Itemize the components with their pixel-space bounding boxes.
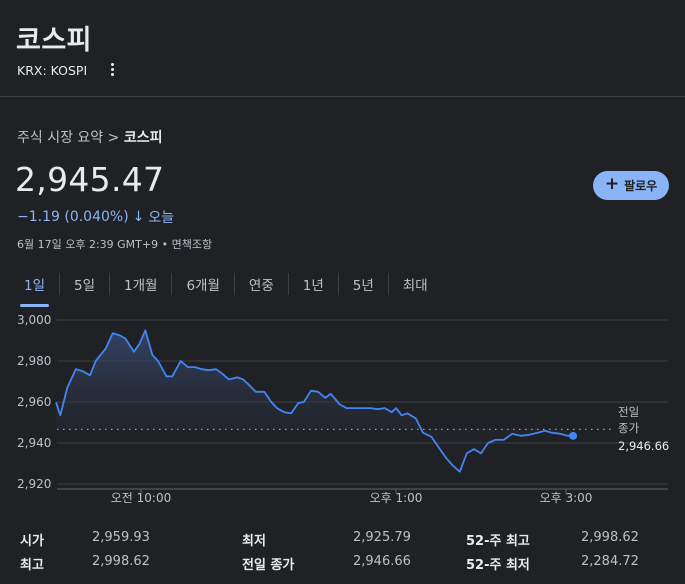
y-tick-label: 2,920 xyxy=(17,477,51,491)
y-tick-label: 2,980 xyxy=(17,354,51,368)
stat-label: 52-주 최고 xyxy=(466,534,530,549)
tab-range-7[interactable]: 최대 xyxy=(389,266,442,302)
follow-label: 팔로우 xyxy=(624,179,658,193)
x-tick-label: 오전 10:00 xyxy=(111,491,171,505)
range-tabs: 1일 5일 1개월 6개월 연중 1년 5년 최대 xyxy=(10,266,442,307)
stat-value: 2,925.79 xyxy=(353,530,411,545)
breadcrumb-separator: > xyxy=(107,130,120,146)
x-tick-label: 오후 3:00 xyxy=(540,491,593,505)
timestamp-disclaimer: 6월 17일 오후 2:39 GMT+9 • 면책조항 xyxy=(17,238,213,251)
tab-range-5[interactable]: 1년 xyxy=(289,266,338,302)
tab-range-6[interactable]: 5년 xyxy=(339,266,388,302)
breadcrumb-parent-link[interactable]: 주식 시장 요약 xyxy=(17,130,103,146)
change-value: −1.19 (0.040%) xyxy=(17,209,129,225)
previous-close-label: 전일 xyxy=(618,405,639,419)
x-tick-label: 오후 1:00 xyxy=(370,491,423,505)
breadcrumb-current: 코스피 xyxy=(123,130,163,146)
y-tick-label: 2,960 xyxy=(17,395,51,409)
tab-range-2[interactable]: 1개월 xyxy=(110,266,171,302)
y-tick-label: 2,940 xyxy=(17,436,51,450)
tab-range-3[interactable]: 6개월 xyxy=(172,266,233,302)
tab-range-0[interactable]: 1일 xyxy=(10,266,59,307)
stat-value: 2,998.62 xyxy=(92,554,150,569)
header-divider xyxy=(0,96,685,97)
stat-label: 최고 xyxy=(20,558,44,573)
arrow-down-icon: ↓ xyxy=(132,209,145,225)
breadcrumb: 주식 시장 요약 > 코스피 xyxy=(17,127,162,147)
change-period: 오늘 xyxy=(148,210,175,226)
tab-range-4[interactable]: 연중 xyxy=(235,266,288,302)
stat-label: 52-주 최저 xyxy=(466,558,530,573)
ticker-symbol: KRX: KOSPI xyxy=(17,63,88,78)
follow-button[interactable]: + 팔로우 xyxy=(593,171,669,200)
more-options-icon[interactable] xyxy=(106,60,118,78)
stat-value: 2,284.72 xyxy=(581,554,639,569)
stat-label: 전일 종가 xyxy=(242,558,295,573)
stat-value: 2,959.93 xyxy=(92,530,150,545)
current-price: 2,945.47 xyxy=(15,160,165,199)
price-chart: 3,000 2,980 2,960 2,940 2,920 오전 10:00 오후 1:00… xyxy=(17,313,669,505)
current-point-marker xyxy=(569,431,578,440)
previous-close-label: 종가 xyxy=(618,421,640,435)
y-tick-label: 3,000 xyxy=(17,313,51,327)
stat-value: 2,998.62 xyxy=(581,530,639,545)
stat-label: 시가 xyxy=(20,534,44,549)
page-title: 코스피 xyxy=(16,25,93,56)
stat-label: 최저 xyxy=(242,534,266,549)
stat-value: 2,946.66 xyxy=(353,554,411,569)
previous-close-value: 2,946.66 xyxy=(618,439,669,453)
price-change: −1.19 (0.040%) ↓ 오늘 xyxy=(17,207,174,227)
tab-range-1[interactable]: 5일 xyxy=(60,266,109,302)
plus-icon: + xyxy=(604,174,620,194)
